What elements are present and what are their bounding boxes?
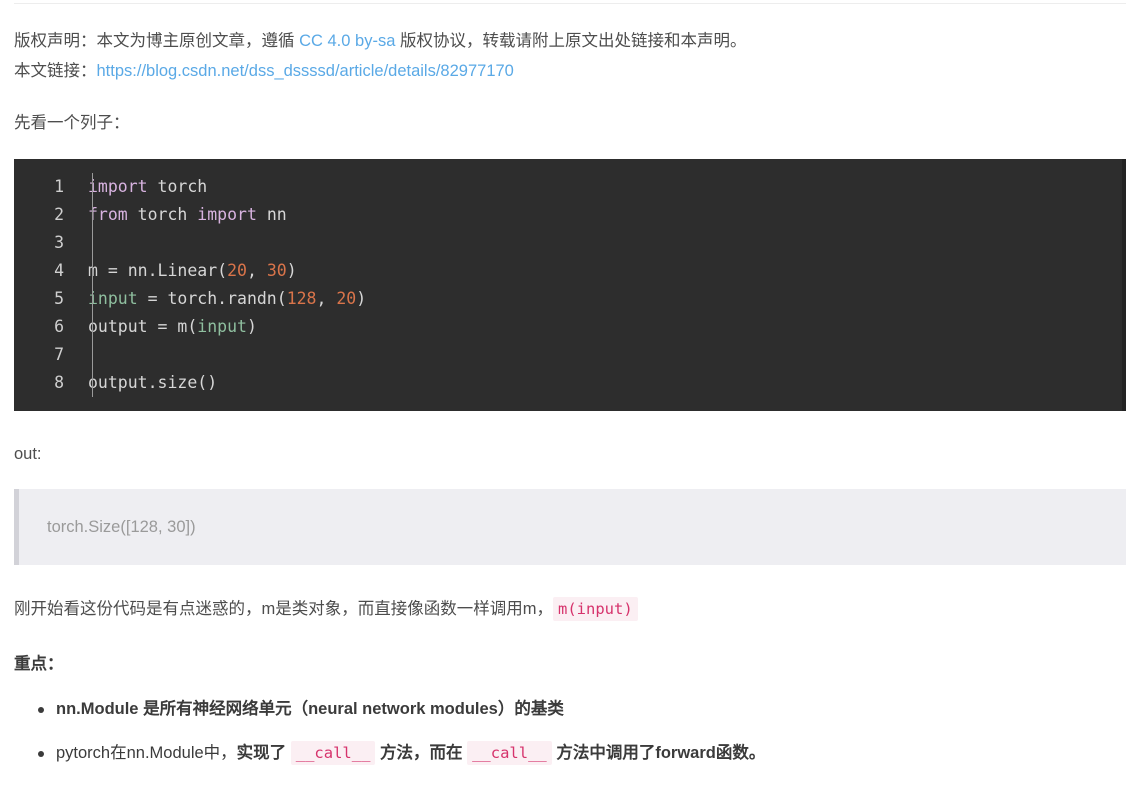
list-item-text: pytorch在nn.Module中， xyxy=(56,744,237,762)
inline-code-call: __call__ xyxy=(467,741,552,765)
list-item-text: nn.Module 是所有神经网络单元（neural network modul… xyxy=(56,700,564,718)
narrative-text: 刚开始看这份代码是有点迷惑的，m是类对象，而直接像函数一样调用m， xyxy=(14,600,553,618)
line-number: 8 xyxy=(54,373,64,392)
article-page: 版权声明：本文为博主原创文章，遵循 CC 4.0 by-sa 版权协议，转载请附… xyxy=(0,0,1132,803)
code-line: 2 from torch import nn xyxy=(14,201,1126,229)
license-link[interactable]: CC 4.0 by-sa xyxy=(299,32,395,50)
code-token-plain: ) xyxy=(356,289,367,308)
code-line: 3 xyxy=(14,229,1126,257)
copyright-license-line: 版权声明：本文为博主原创文章，遵循 CC 4.0 by-sa 版权协议，转载请附… xyxy=(14,26,1118,56)
copyright-source-line: 本文链接：https://blog.csdn.net/dss_dssssd/ar… xyxy=(14,56,1118,86)
copyright-text-after: 版权协议，转载请附上原文出处链接和本声明。 xyxy=(395,32,747,50)
code-line-text: output.size() xyxy=(78,369,217,397)
copyright-notice: 版权声明：本文为博主原创文章，遵循 CC 4.0 by-sa 版权协议，转载请附… xyxy=(0,0,1132,86)
code-line-text: import torch xyxy=(78,173,207,201)
code-line: 7 xyxy=(14,341,1126,369)
key-points-list: nn.Module 是所有神经网络单元（neural network modul… xyxy=(0,695,1132,767)
copyright-text-before: 本文为博主原创文章，遵循 xyxy=(96,32,300,50)
output-blockquote: torch.Size([128, 30]) xyxy=(14,489,1126,565)
code-scrollbar[interactable] xyxy=(1122,159,1126,411)
code-token-plain: torch xyxy=(147,177,208,196)
code-line: 5 input = torch.randn(128, 20) xyxy=(14,285,1126,313)
code-line: 1 import torch xyxy=(14,173,1126,201)
code-token-num: 128 xyxy=(286,289,317,308)
key-points-heading: 重点： xyxy=(14,655,64,673)
code-line: 6 output = m(input) xyxy=(14,313,1126,341)
code-line-text: m = nn.Linear(20, 30) xyxy=(78,257,297,285)
narrative-paragraph: 刚开始看这份代码是有点迷惑的，m是类对象，而直接像函数一样调用m， m(input… xyxy=(0,595,1132,623)
code-token-num: 30 xyxy=(266,261,287,280)
code-token-num: 20 xyxy=(336,289,357,308)
article-content: 版权声明：本文为博主原创文章，遵循 CC 4.0 by-sa 版权协议，转载请附… xyxy=(0,0,1132,783)
code-token-builtin: input xyxy=(88,289,138,308)
line-number: 6 xyxy=(54,317,64,336)
inline-code-call: __call__ xyxy=(290,741,376,765)
code-token-plain: , xyxy=(246,261,267,280)
code-line-text: output = m(input) xyxy=(78,313,257,341)
code-token-plain: ) xyxy=(286,261,297,280)
copyright-label: 版权声明： xyxy=(14,32,97,50)
code-line: 8 output.size() xyxy=(14,369,1126,397)
intro-paragraph: 先看一个列子： xyxy=(14,114,130,132)
code-line-text: input = torch.randn(128, 20) xyxy=(78,285,366,313)
list-item: nn.Module 是所有神经网络单元（neural network modul… xyxy=(38,695,1118,723)
article-url-link[interactable]: https://blog.csdn.net/dss_dssssd/article… xyxy=(97,62,514,80)
code-token-num: 20 xyxy=(227,261,247,280)
code-rows: 1 import torch 2 from torch import nn 3 4 m = … xyxy=(14,173,1126,397)
list-item-text: 实现了 xyxy=(236,744,291,762)
list-item: pytorch在nn.Module中，实现了 __call__ 方法，而在 __… xyxy=(38,739,1118,767)
output-text: torch.Size([128, 30]) xyxy=(47,518,196,536)
line-number: 1 xyxy=(54,177,64,196)
code-token-plain: m = nn.Linear( xyxy=(88,261,228,280)
code-token-plain: = torch.randn( xyxy=(137,289,287,308)
line-number-divider xyxy=(92,173,93,397)
line-number: 7 xyxy=(54,345,64,364)
code-token-plain: torch xyxy=(127,205,198,224)
code-token-kw: from xyxy=(88,205,128,224)
list-item-text: 方法中调用了forward函数。 xyxy=(551,744,766,762)
line-number: 2 xyxy=(54,205,64,224)
line-number: 5 xyxy=(54,289,64,308)
code-token-plain: ) xyxy=(246,317,257,336)
line-number: 4 xyxy=(54,261,64,280)
code-token-plain: nn xyxy=(256,205,287,224)
code-token-plain: output = m( xyxy=(88,317,198,336)
line-number: 3 xyxy=(54,233,64,252)
code-token-kw: import xyxy=(88,177,148,196)
inline-code-m-input: m(input) xyxy=(553,597,638,621)
output-label: out: xyxy=(14,445,42,463)
code-line: 4 m = nn.Linear(20, 30) xyxy=(14,257,1126,285)
code-line-text: from torch import nn xyxy=(78,201,287,229)
code-token-plain: output.size() xyxy=(88,373,218,392)
code-token-builtin: input xyxy=(197,317,247,336)
code-block[interactable]: 1 import torch 2 from torch import nn 3 4 m = … xyxy=(14,159,1126,411)
code-token-kw: import xyxy=(197,205,257,224)
code-token-plain: , xyxy=(316,289,337,308)
source-label: 本文链接： xyxy=(14,62,97,80)
list-item-text: 方法，而在 xyxy=(375,744,468,762)
